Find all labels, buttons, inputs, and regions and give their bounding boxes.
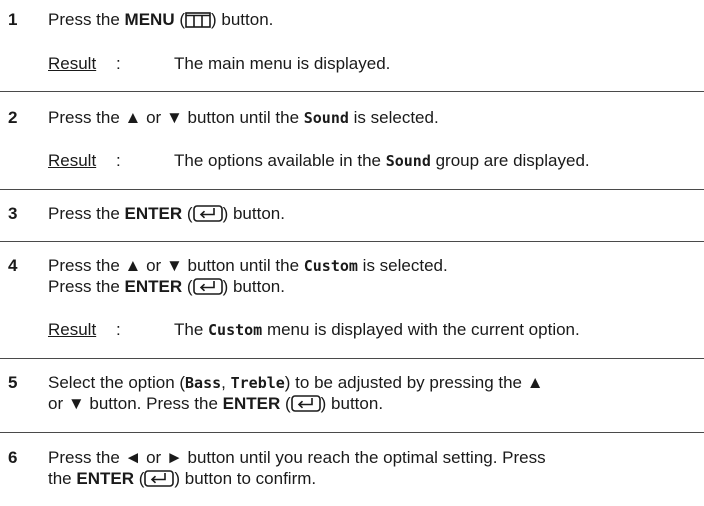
step-instruction: Press the ◄ or ► button until you reach … (48, 448, 546, 467)
step-instruction-line2: Press the ENTER () button. (48, 277, 285, 300)
custom-keyword: Custom (303, 257, 358, 275)
result-label: Result (48, 54, 97, 73)
result-text: The Custom menu is displayed with the cu… (174, 320, 580, 339)
step-number: 3 (8, 204, 18, 223)
menu-keyword: MENU (124, 10, 175, 29)
step-instruction-line2: or ▼ button. Press the ENTER () button. (48, 394, 383, 417)
up-arrow-icon: ▲ (124, 256, 142, 275)
enter-keyword: ENTER (124, 277, 183, 296)
step-number: 1 (8, 10, 18, 29)
menu-grid-icon (185, 12, 211, 33)
step-instruction: Press the ▲ or ▼ button until the Sound … (48, 108, 439, 127)
enter-keyword: ENTER (76, 469, 134, 488)
treble-keyword: Treble (230, 374, 285, 392)
step-instruction: Press the ENTER () button. (48, 204, 285, 227)
down-arrow-icon: ▼ (165, 108, 183, 127)
sound-keyword: Sound (385, 152, 431, 170)
step-number: 2 (8, 108, 18, 127)
down-arrow-icon: ▼ (67, 394, 85, 413)
step-instruction: Select the option (Bass, Treble) to be a… (48, 373, 544, 392)
result-label: Result (48, 151, 97, 170)
up-arrow-icon: ▲ (124, 108, 142, 127)
enter-icon (192, 278, 223, 300)
step-instruction-line2: the ENTER () button to confirm. (48, 469, 316, 492)
divider (0, 241, 704, 242)
divider (0, 189, 704, 190)
step-instruction: Press the ▲ or ▼ button until the Custom… (48, 256, 448, 275)
step-number: 4 (8, 256, 18, 275)
down-arrow-icon: ▼ (165, 256, 183, 275)
bass-keyword: Bass (185, 374, 222, 392)
result-text: The options available in the Sound group… (174, 151, 590, 170)
divider (0, 432, 704, 433)
enter-icon (192, 205, 223, 227)
result-text: The main menu is displayed. (174, 54, 391, 73)
sound-keyword: Sound (303, 109, 349, 127)
enter-icon (144, 470, 175, 492)
divider (0, 358, 704, 359)
left-arrow-icon: ◄ (124, 448, 142, 467)
step-number: 6 (8, 448, 18, 467)
enter-keyword: ENTER (222, 394, 281, 413)
right-arrow-icon: ► (165, 448, 183, 467)
enter-icon (290, 395, 321, 417)
result-label: Result (48, 320, 97, 339)
up-arrow-icon: ▲ (526, 373, 544, 392)
enter-keyword: ENTER (124, 204, 183, 223)
divider (0, 91, 704, 92)
custom-keyword: Custom (208, 321, 263, 339)
step-number: 5 (8, 373, 18, 392)
step-instruction: Press the MENU () button. (48, 10, 273, 33)
